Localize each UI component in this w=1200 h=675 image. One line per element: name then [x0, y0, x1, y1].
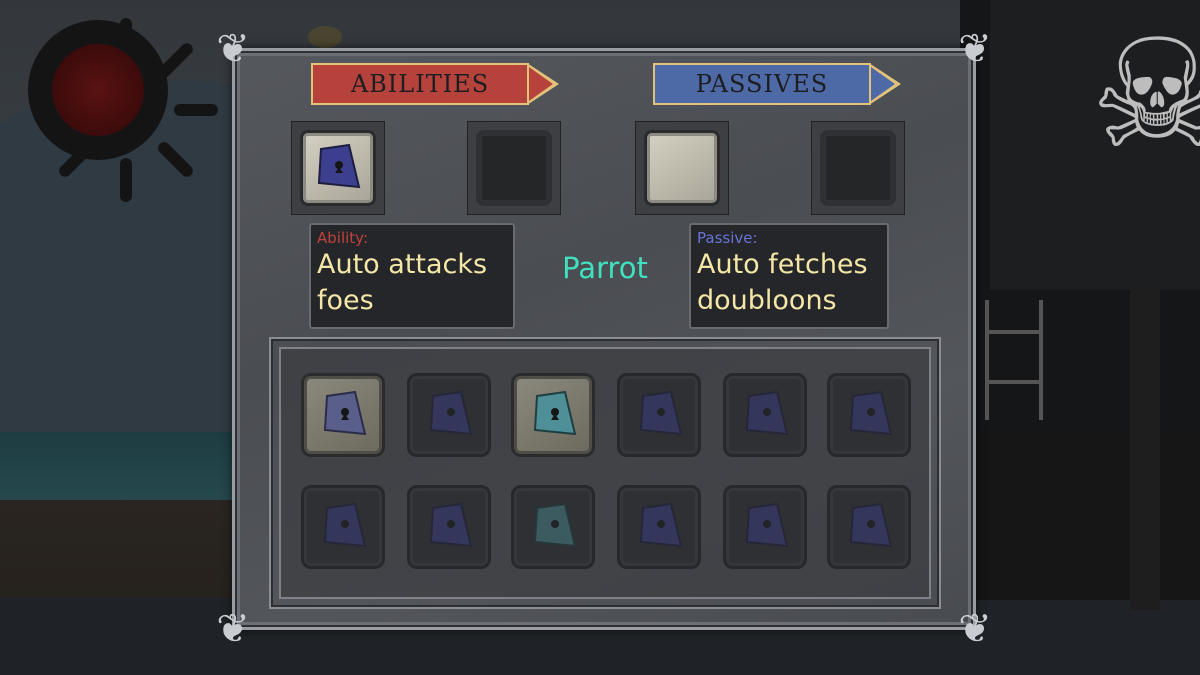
abilities-banner: ABILITIES — [311, 63, 559, 105]
ability-slot-1-tile[interactable] — [300, 130, 376, 206]
ornament-corner-icon: ❦ — [216, 606, 250, 652]
blue-flag-icon — [429, 390, 473, 436]
blue-flag-icon — [323, 390, 367, 436]
teal-flag-icon — [533, 502, 577, 548]
ship-mast — [1130, 290, 1160, 610]
ability-description: Auto attacks foes — [317, 249, 488, 316]
passive-slot-2[interactable] — [811, 121, 905, 215]
teal-flag-icon — [533, 390, 577, 436]
ornament-corner-icon: ❦ — [216, 26, 250, 72]
ornament-corner-icon: ❦ — [958, 606, 992, 652]
inventory-slot[interactable] — [407, 485, 491, 569]
blue-flag-icon — [429, 502, 473, 548]
inventory-slot[interactable] — [301, 373, 385, 457]
passive-description: Auto fetches doubloons — [697, 249, 868, 316]
passive-slot-1[interactable] — [635, 121, 729, 215]
coin-icon — [308, 26, 342, 48]
inventory-slot[interactable] — [511, 373, 595, 457]
inventory-slot[interactable] — [617, 373, 701, 457]
passive-label: Passive: — [697, 229, 758, 247]
ability-slot-2-tile[interactable] — [476, 130, 552, 206]
inventory-panel — [269, 337, 941, 609]
inventory-slot[interactable] — [723, 373, 807, 457]
blue-flag-icon — [849, 502, 893, 548]
blue-flag-icon — [849, 390, 893, 436]
passive-slot-1-tile[interactable] — [644, 130, 720, 206]
abilities-banner-label: ABILITIES — [350, 70, 490, 98]
passives-banner: PASSIVES — [653, 63, 901, 105]
ship-wheel-icon — [28, 18, 218, 202]
passive-slot-2-tile[interactable] — [820, 130, 896, 206]
blue-flag-icon — [745, 390, 789, 436]
blue-flag-icon — [639, 502, 683, 548]
blue-flag-icon — [323, 502, 367, 548]
inventory-slot[interactable] — [723, 485, 807, 569]
inventory-slot[interactable] — [301, 485, 385, 569]
ability-label: Ability: — [317, 229, 369, 247]
inventory-slot[interactable] — [511, 485, 595, 569]
skull-and-crossbones-icon: ☠ — [1090, 8, 1200, 182]
ability-slot-2[interactable] — [467, 121, 561, 215]
inventory-slot[interactable] — [827, 373, 911, 457]
inventory-slot[interactable] — [617, 485, 701, 569]
ability-info-box: Ability: Auto attacks foes — [309, 223, 515, 329]
pet-equipment-panel: ❦ ❦ ❦ ❦ ABILITIES PASSIVES Ability: Auto… — [216, 27, 992, 651]
blue-flag-icon — [639, 390, 683, 436]
passive-info-box: Passive: Auto fetches doubloons — [689, 223, 889, 329]
blue-flag-icon — [317, 143, 361, 189]
ornament-corner-icon: ❦ — [958, 26, 992, 72]
ability-slot-1[interactable] — [291, 121, 385, 215]
rope-ladder — [985, 300, 1043, 420]
passives-banner-label: PASSIVES — [695, 70, 829, 98]
pet-name: Parrot — [562, 251, 648, 285]
blue-flag-icon — [745, 502, 789, 548]
inventory-slot[interactable] — [827, 485, 911, 569]
ship-hull — [960, 430, 1200, 600]
inventory-grid — [279, 347, 931, 599]
inventory-slot[interactable] — [407, 373, 491, 457]
